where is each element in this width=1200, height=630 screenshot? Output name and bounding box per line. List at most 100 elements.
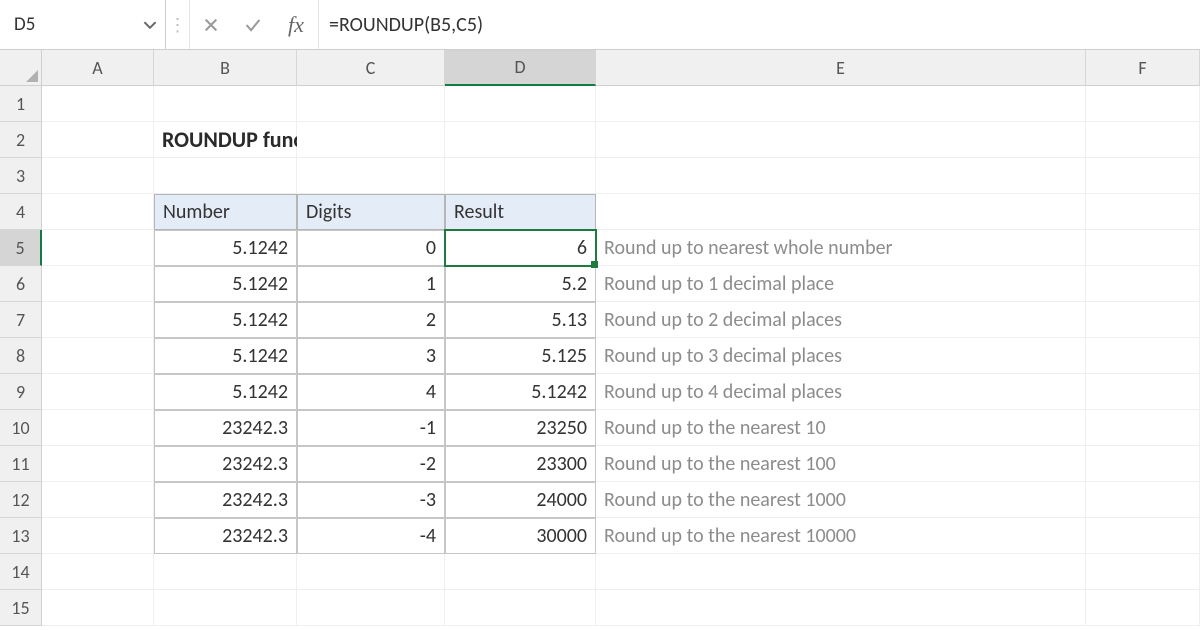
cell[interactable]	[445, 590, 596, 626]
col-header-A[interactable]: A	[42, 50, 154, 86]
cell[interactable]	[297, 86, 445, 122]
cell[interactable]	[42, 86, 154, 122]
table-cell-number[interactable]: 23242.3	[154, 518, 297, 554]
col-header-C[interactable]: C	[297, 50, 445, 86]
cell[interactable]	[1086, 122, 1200, 158]
row-header[interactable]: 12	[0, 482, 42, 518]
cell[interactable]	[297, 554, 445, 590]
comment-cell[interactable]: Round up to 2 decimal places	[596, 302, 1086, 338]
cell[interactable]	[1086, 86, 1200, 122]
cell[interactable]	[1086, 338, 1200, 374]
cell[interactable]	[1086, 482, 1200, 518]
cell[interactable]	[1086, 266, 1200, 302]
cell[interactable]	[42, 266, 154, 302]
table-cell-digits[interactable]: -4	[297, 518, 445, 554]
cell[interactable]	[1086, 230, 1200, 266]
cell[interactable]	[1086, 302, 1200, 338]
comment-cell[interactable]: Round up to 1 decimal place	[596, 266, 1086, 302]
table-cell-number[interactable]: 5.1242	[154, 302, 297, 338]
cell[interactable]	[1086, 554, 1200, 590]
row-header[interactable]: 13	[0, 518, 42, 554]
cell[interactable]	[42, 122, 154, 158]
comment-cell[interactable]: Round up to 3 decimal places	[596, 338, 1086, 374]
row-header[interactable]: 15	[0, 590, 42, 626]
cell[interactable]	[42, 446, 154, 482]
cell[interactable]	[42, 338, 154, 374]
table-cell-number[interactable]: 23242.3	[154, 482, 297, 518]
comment-cell[interactable]: Round up to the nearest 100	[596, 446, 1086, 482]
table-cell-result[interactable]: 5.1242	[445, 374, 596, 410]
table-header-digits[interactable]: Digits	[297, 194, 445, 230]
col-header-D[interactable]: D	[445, 50, 596, 86]
cell[interactable]	[445, 158, 596, 194]
table-cell-digits[interactable]: 3	[297, 338, 445, 374]
col-header-B[interactable]: B	[154, 50, 297, 86]
cell[interactable]	[154, 158, 297, 194]
table-cell-result[interactable]: 23300	[445, 446, 596, 482]
cell[interactable]	[297, 122, 445, 158]
cell[interactable]	[1086, 446, 1200, 482]
table-header-result[interactable]: Result	[445, 194, 596, 230]
cell[interactable]	[596, 554, 1086, 590]
comment-cell[interactable]: Round up to nearest whole number	[596, 230, 1086, 266]
row-header[interactable]: 1	[0, 86, 42, 122]
table-cell-result[interactable]: 30000	[445, 518, 596, 554]
table-cell-digits[interactable]: 2	[297, 302, 445, 338]
fx-icon[interactable]: fx	[274, 12, 318, 38]
chevron-down-icon[interactable]	[143, 18, 157, 32]
table-cell-result[interactable]: 5.2	[445, 266, 596, 302]
cell[interactable]	[1086, 590, 1200, 626]
cell[interactable]	[297, 590, 445, 626]
comment-cell[interactable]: Round up to 4 decimal places	[596, 374, 1086, 410]
cell[interactable]	[154, 590, 297, 626]
comment-cell[interactable]: Round up to the nearest 1000	[596, 482, 1086, 518]
cell[interactable]	[42, 554, 154, 590]
cell[interactable]	[596, 86, 1086, 122]
cell[interactable]	[154, 86, 297, 122]
table-cell-digits[interactable]: 4	[297, 374, 445, 410]
cell[interactable]	[42, 302, 154, 338]
cell[interactable]	[42, 410, 154, 446]
cancel-formula-button[interactable]	[190, 0, 232, 49]
col-header-F[interactable]: F	[1086, 50, 1200, 86]
row-header[interactable]: 5	[0, 230, 42, 266]
row-header[interactable]: 9	[0, 374, 42, 410]
row-header[interactable]: 3	[0, 158, 42, 194]
cell[interactable]	[445, 554, 596, 590]
cell[interactable]	[42, 590, 154, 626]
cell[interactable]	[596, 158, 1086, 194]
row-header[interactable]: 10	[0, 410, 42, 446]
cell[interactable]	[1086, 374, 1200, 410]
select-all-corner[interactable]	[0, 50, 42, 86]
cell[interactable]	[445, 122, 596, 158]
table-cell-digits[interactable]: 1	[297, 266, 445, 302]
cell[interactable]	[154, 554, 297, 590]
row-header[interactable]: 8	[0, 338, 42, 374]
cell[interactable]	[42, 194, 154, 230]
cell[interactable]	[42, 518, 154, 554]
table-cell-digits[interactable]: -2	[297, 446, 445, 482]
cell[interactable]	[1086, 194, 1200, 230]
active-cell[interactable]: 6	[445, 230, 596, 266]
row-header[interactable]: 11	[0, 446, 42, 482]
cell[interactable]	[42, 374, 154, 410]
cell[interactable]	[445, 86, 596, 122]
table-cell-number[interactable]: 5.1242	[154, 338, 297, 374]
table-cell-number[interactable]: 23242.3	[154, 410, 297, 446]
enter-formula-button[interactable]	[232, 0, 274, 49]
row-header[interactable]: 2	[0, 122, 42, 158]
table-cell-digits[interactable]: -3	[297, 482, 445, 518]
table-cell-digits[interactable]: -1	[297, 410, 445, 446]
table-cell-number[interactable]: 5.1242	[154, 266, 297, 302]
table-cell-number[interactable]: 5.1242	[154, 374, 297, 410]
cell[interactable]	[1086, 518, 1200, 554]
formula-input[interactable]: =ROUNDUP(B5,C5)	[318, 0, 1200, 49]
cell[interactable]	[596, 122, 1086, 158]
table-cell-result[interactable]: 24000	[445, 482, 596, 518]
comment-cell[interactable]: Round up to the nearest 10000	[596, 518, 1086, 554]
table-cell-result[interactable]: 5.13	[445, 302, 596, 338]
table-cell-number[interactable]: 23242.3	[154, 446, 297, 482]
table-cell-result[interactable]: 5.125	[445, 338, 596, 374]
page-title[interactable]: ROUNDUP function	[154, 122, 297, 158]
table-cell-digits[interactable]: 0	[297, 230, 445, 266]
